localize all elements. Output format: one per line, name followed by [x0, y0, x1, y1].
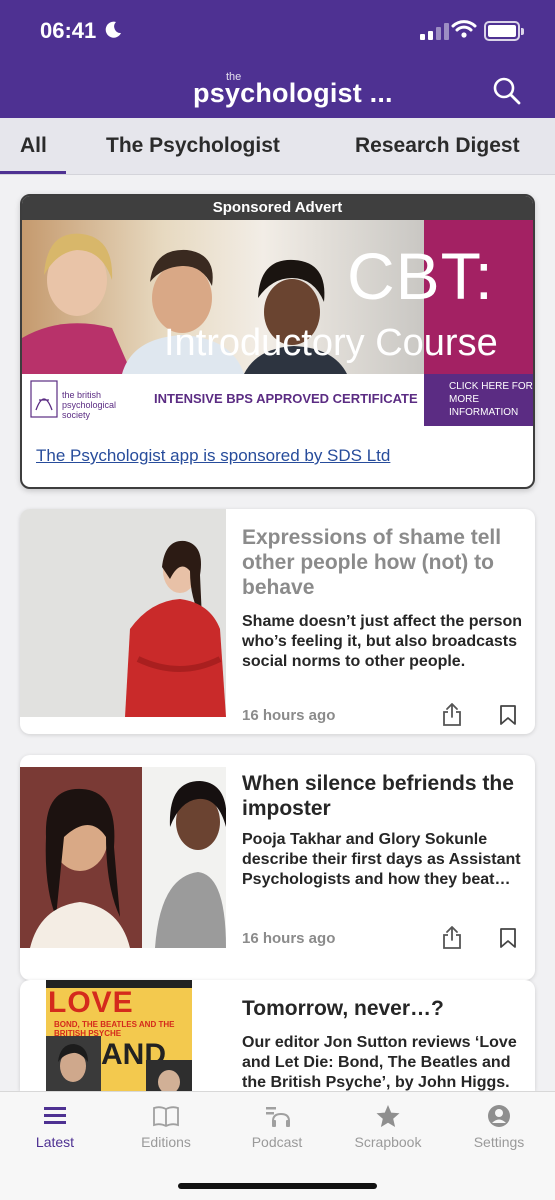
nav-latest[interactable]: Latest [5, 1104, 105, 1150]
book-cover-portrait [46, 1036, 101, 1091]
advert-subtitle: Introductory Course [164, 322, 498, 364]
advert-title: CBT: [347, 239, 495, 313]
article-image: LOVE BOND, THE BEATLES AND THE BRITISH P… [46, 980, 192, 1091]
active-tab-indicator [0, 171, 66, 174]
moon-icon [105, 21, 121, 38]
wifi-icon [451, 20, 477, 38]
nav-settings-label: Settings [473, 1134, 525, 1150]
battery-icon [484, 21, 524, 41]
book-cover-portrait [146, 1060, 192, 1091]
nav-editions[interactable]: Editions [116, 1104, 216, 1150]
bookmark-icon[interactable] [499, 705, 517, 725]
share-icon[interactable] [441, 702, 463, 726]
book-cover-line1: LOVE [48, 986, 134, 1019]
bps-logo-icon [30, 380, 58, 418]
article-card[interactable]: When silence befriends the imposter Pooj… [20, 755, 535, 980]
article-description: Pooja Takhar and Glory Sokunle describe … [242, 831, 521, 888]
bookmark-icon[interactable] [499, 928, 517, 948]
app-logo[interactable]: psychologist ... [193, 78, 393, 109]
tab-all[interactable]: All [20, 134, 47, 158]
article-time: 16 hours ago [242, 930, 336, 947]
advert-click-here[interactable]: CLICK HERE FOR MORE INFORMATION [424, 374, 533, 426]
nav-editions-label: Editions [141, 1134, 191, 1150]
star-icon [376, 1105, 400, 1127]
sponsored-advert-card: Sponsored Advert CBT: Introductory Cours… [20, 194, 535, 489]
article-title[interactable]: Tomorrow, never…? [242, 996, 527, 1021]
search-icon[interactable] [492, 76, 522, 106]
nav-scrapbook[interactable]: Scrapbook [338, 1104, 438, 1150]
sponsor-link[interactable]: The Psychologist app is sponsored by SDS… [36, 446, 390, 466]
list-icon [44, 1107, 66, 1124]
signal-icon [420, 22, 449, 40]
advert-banner[interactable]: CBT: Introductory Course the british psy… [22, 220, 533, 426]
article-image [20, 767, 226, 948]
book-icon [153, 1106, 179, 1128]
article-title[interactable]: Expressions of shame tell other people h… [242, 525, 527, 600]
bps-name: the british psychological society [62, 390, 117, 420]
share-icon[interactable] [441, 925, 463, 949]
article-description: Shame doesn’t just affect the person who… [242, 613, 523, 670]
app-header: 06:41 the psychologist ... [0, 0, 555, 118]
nav-podcast[interactable]: Podcast [227, 1104, 327, 1150]
nav-settings[interactable]: Settings [449, 1104, 549, 1150]
article-time: 16 hours ago [242, 707, 336, 724]
nav-latest-label: Latest [35, 1134, 75, 1150]
tab-the-psychologist[interactable]: The Psychologist [106, 134, 280, 158]
sponsored-advert-header: Sponsored Advert [22, 196, 533, 220]
headphones-icon [266, 1107, 290, 1127]
article-card[interactable]: Expressions of shame tell other people h… [20, 509, 535, 734]
home-indicator[interactable] [178, 1183, 377, 1189]
article-card[interactable]: LOVE BOND, THE BEATLES AND THE BRITISH P… [20, 980, 535, 1091]
article-image [20, 509, 226, 717]
nav-scrapbook-label: Scrapbook [354, 1134, 422, 1150]
section-tabs: All The Psychologist Research Digest [0, 118, 555, 175]
advert-certificate-text: INTENSIVE BPS APPROVED CERTIFICATE [154, 391, 418, 406]
nav-podcast-label: Podcast [251, 1134, 303, 1150]
status-time: 06:41 [40, 18, 97, 43]
user-icon [488, 1105, 510, 1127]
tab-research-digest[interactable]: Research Digest [355, 134, 520, 158]
article-title[interactable]: When silence befriends the imposter [242, 771, 527, 821]
article-description: Our editor Jon Sutton reviews ‘Love and … [242, 1034, 517, 1091]
